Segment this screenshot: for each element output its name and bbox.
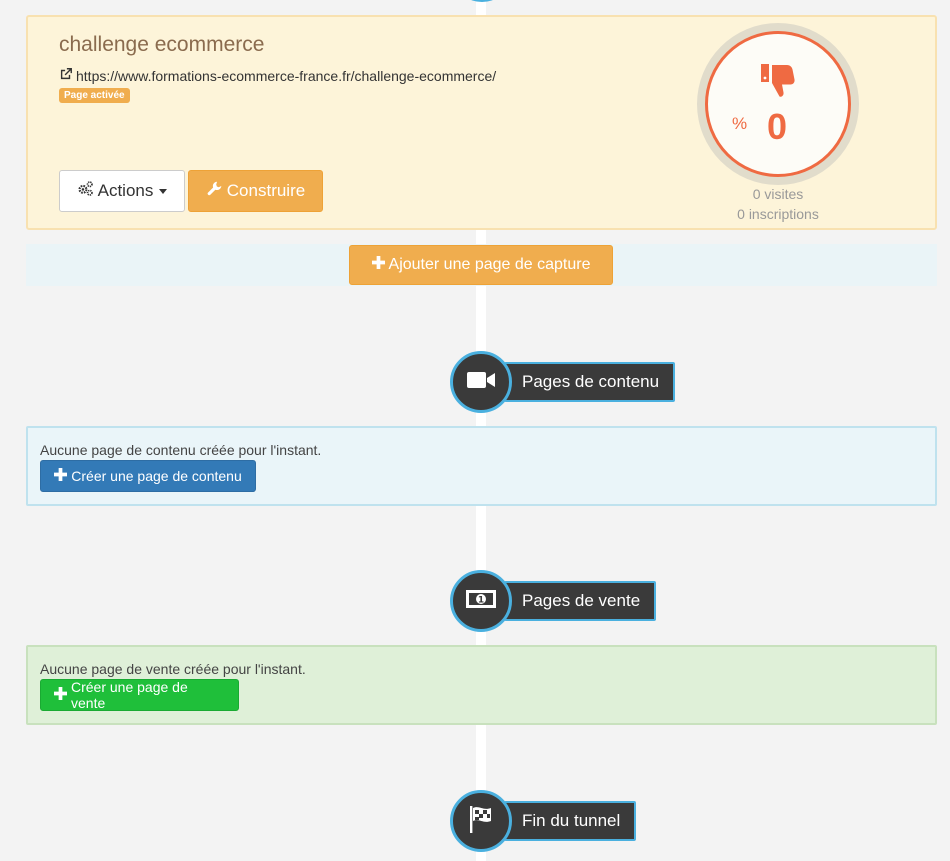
previous-step-node [457, 0, 507, 2]
step-content-label: Pages de contenu [504, 362, 676, 402]
add-capture-label: Ajouter une page de capture [388, 256, 591, 273]
step-content-node [450, 351, 512, 413]
step-sales-node: 1 [450, 570, 512, 632]
actions-label: Actions [97, 181, 154, 200]
external-link-icon [59, 67, 73, 84]
svg-text:1: 1 [478, 595, 484, 605]
add-capture-strip: Ajouter une page de capture [26, 244, 937, 286]
gauge-percent-symbol: % [732, 114, 748, 133]
banknote-icon: 1 [465, 583, 497, 620]
video-camera-icon [465, 364, 497, 401]
step-end-label: Fin du tunnel [504, 801, 637, 841]
wrench-icon [206, 180, 223, 202]
create-sales-page-button[interactable]: Créer une page de vente [40, 679, 239, 711]
step-sales-label: Pages de vente [504, 581, 657, 621]
caret-down-icon [159, 188, 168, 194]
gauge-value: 0 [767, 106, 788, 147]
page-title: challenge ecommerce [59, 33, 265, 56]
visits-count: 0 visites [752, 186, 804, 202]
conversion-gauge: % 0 [697, 23, 859, 185]
create-content-page-button[interactable]: Créer une page de contenu [40, 460, 256, 492]
create-sales-label: Créer une page de vente [71, 679, 188, 711]
capture-page-card: challenge ecommerce https://www.formatio… [26, 15, 937, 230]
plus-icon [54, 468, 68, 484]
plus-icon [371, 256, 385, 274]
status-badge: Page activée [59, 88, 130, 103]
step-sales-pages: 1 Pages de vente [450, 570, 657, 632]
content-empty-text: Aucune page de contenu créée pour l'inst… [40, 442, 322, 458]
thumbs-down-icon [759, 60, 799, 100]
step-end-node [450, 790, 512, 852]
actions-dropdown-button[interactable]: Actions [59, 170, 185, 212]
step-funnel-end: Fin du tunnel [450, 790, 637, 852]
create-content-label: Créer une page de contenu [71, 468, 242, 484]
conversion-gauge-inner: % 0 [705, 31, 851, 177]
content-pages-panel: Aucune page de contenu créée pour l'inst… [26, 426, 937, 506]
checkered-flag-icon [465, 803, 497, 840]
sales-empty-text: Aucune page de vente créée pour l'instan… [40, 661, 306, 677]
page-url[interactable]: https://www.formations-ecommerce-france.… [59, 67, 496, 84]
sales-pages-panel: Aucune page de vente créée pour l'instan… [26, 645, 937, 725]
step-content-pages: Pages de contenu [450, 351, 676, 413]
plus-icon [54, 687, 67, 703]
build-label: Construire [226, 181, 306, 200]
build-button[interactable]: Construire [188, 170, 323, 212]
page-url-text[interactable]: https://www.formations-ecommerce-france.… [76, 68, 496, 84]
signups-count: 0 inscriptions [737, 206, 819, 222]
gears-icon [77, 180, 94, 202]
add-capture-page-button[interactable]: Ajouter une page de capture [349, 245, 613, 285]
